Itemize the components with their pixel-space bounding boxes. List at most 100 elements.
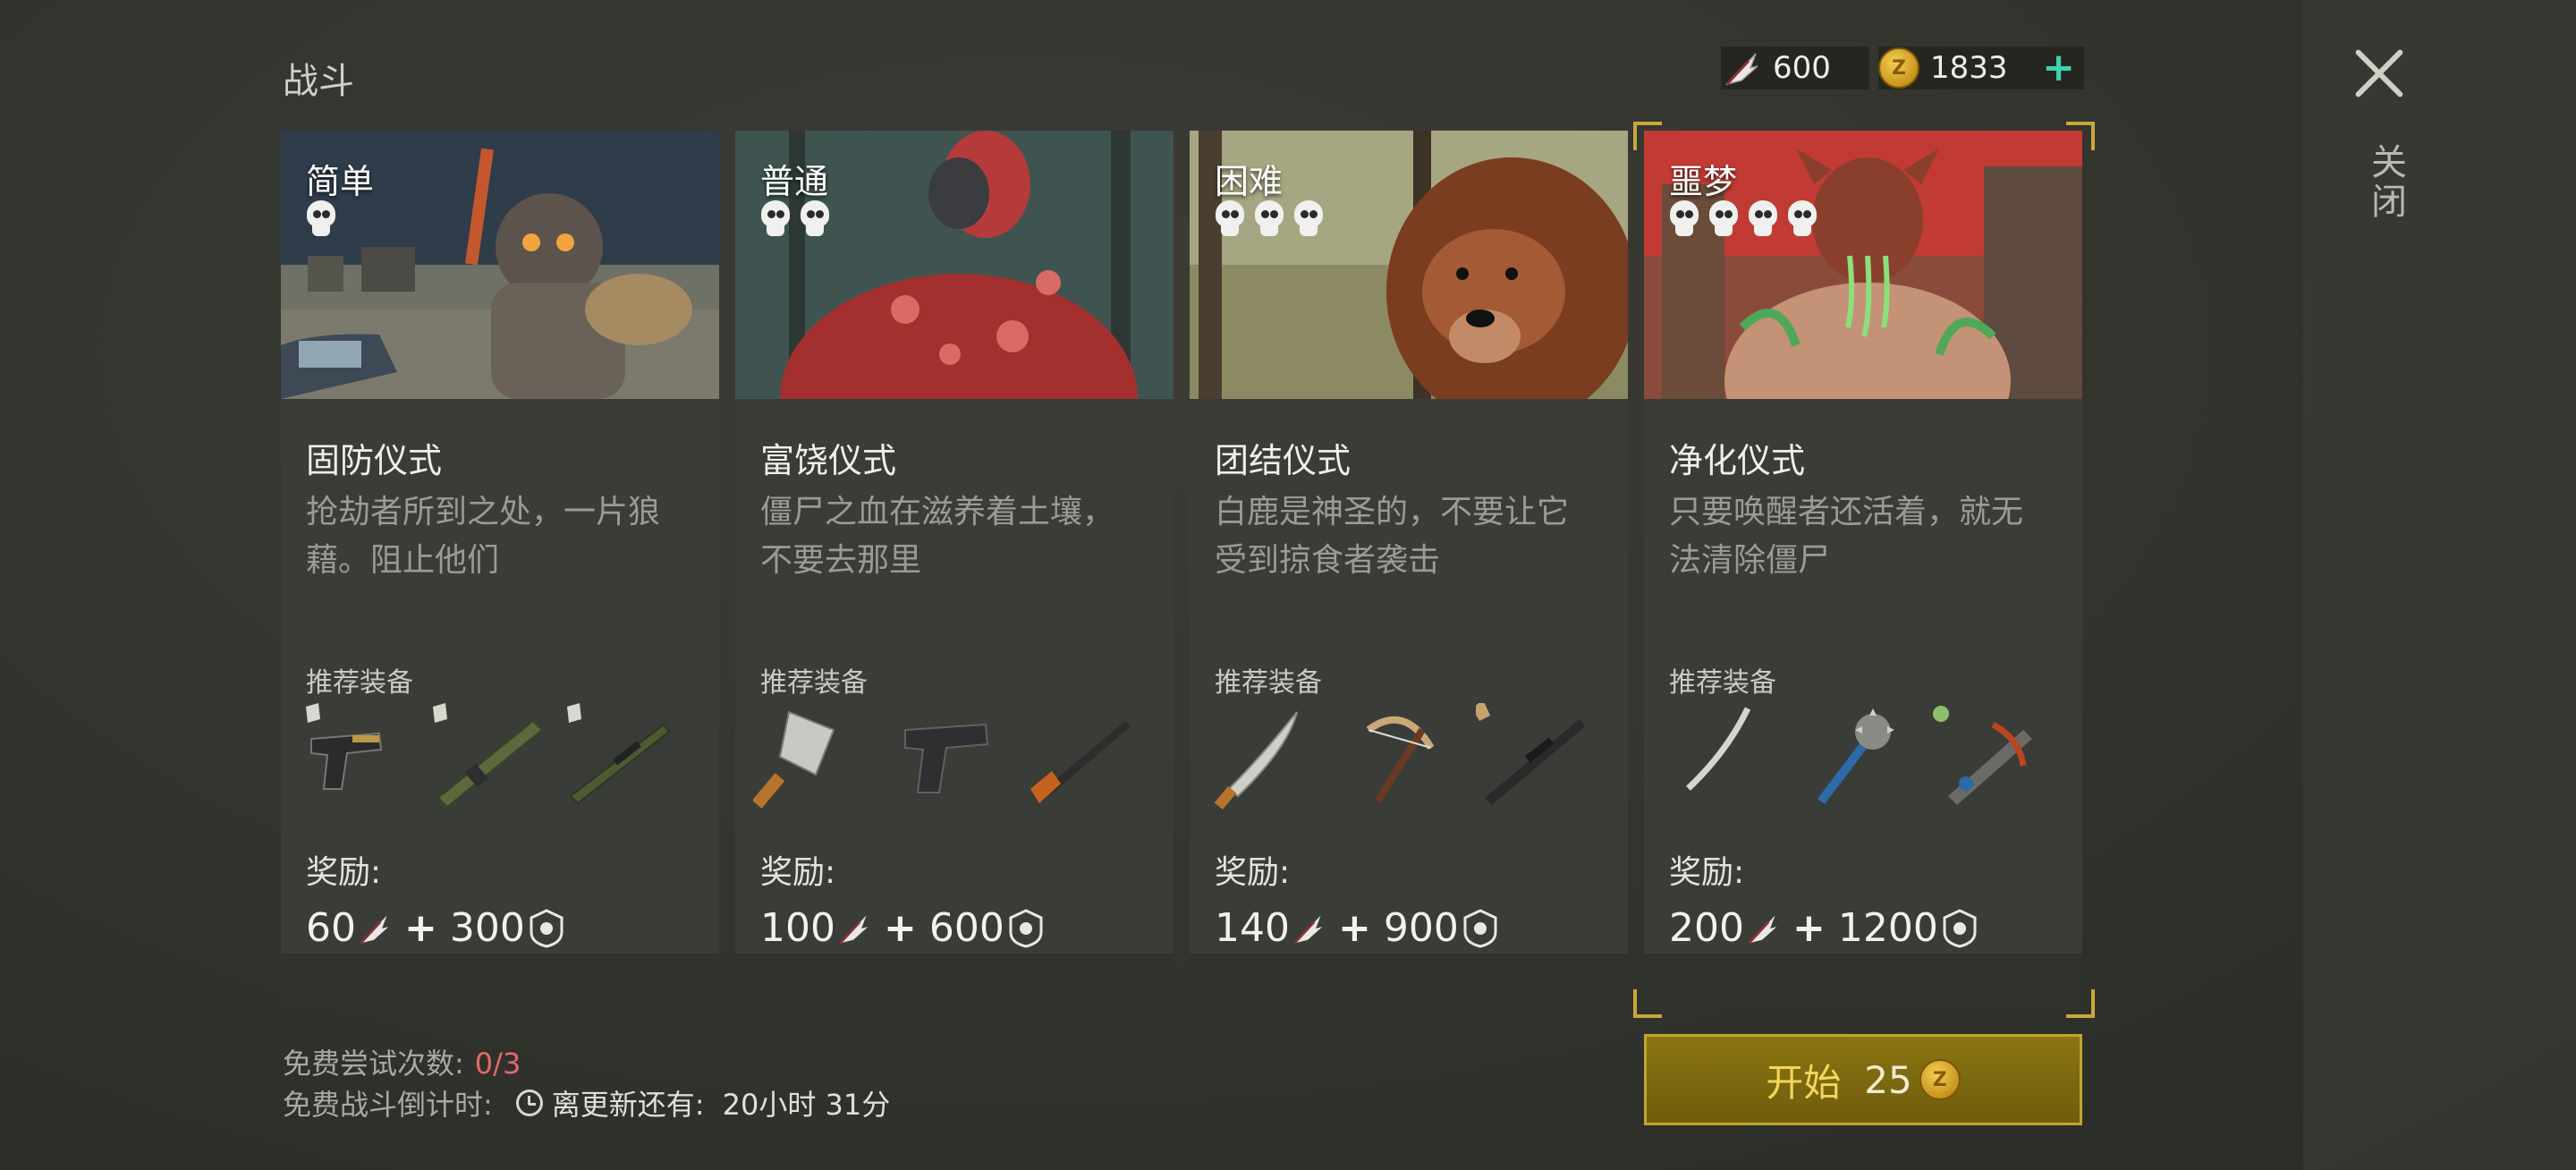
difficulty-label: 困难 bbox=[1215, 162, 1284, 201]
sniper-rifle-icon[interactable] bbox=[1472, 699, 1592, 810]
coin-icon: Z bbox=[1919, 1059, 1961, 1100]
pistol-icon[interactable] bbox=[299, 703, 415, 810]
coin-currency: Z 1833 + bbox=[1878, 47, 2084, 89]
reward-points: 600 bbox=[928, 905, 1004, 951]
clock-icon bbox=[515, 1089, 543, 1116]
shield-badge-icon bbox=[1009, 908, 1043, 948]
reward-row: 60 + 300 bbox=[306, 905, 564, 951]
coin-count: 1833 bbox=[1930, 50, 2008, 86]
hunting-rifle-icon[interactable] bbox=[1021, 703, 1138, 810]
close-label[interactable]: 关闭 bbox=[2360, 143, 2411, 222]
free-battle-countdown: 免费战斗倒计时: 离更新还有: 20小时 31分 bbox=[283, 1082, 890, 1123]
reward-row: 200 + 1200 bbox=[1669, 905, 1978, 951]
recommended-gear-label: 推荐装备 bbox=[1669, 667, 1776, 699]
recommended-gear-label: 推荐装备 bbox=[760, 667, 868, 699]
crossbow-launcher-icon[interactable] bbox=[1930, 703, 2046, 810]
refresh-time: 20小时 31分 bbox=[722, 1088, 891, 1122]
recommended-gear bbox=[1208, 699, 1610, 810]
mission-card-nightmare[interactable]: 噩梦 净化仪式 只要唤醒者还活着，就无法清除僵尸 推荐装备 奖励: 200 + … bbox=[1644, 131, 2082, 1007]
selection-corner bbox=[2066, 989, 2095, 1018]
rocket-launcher-icon[interactable] bbox=[433, 703, 549, 810]
machete-icon[interactable] bbox=[1208, 703, 1324, 810]
reward-feathers: 100 bbox=[760, 905, 835, 951]
page-title: 战斗 bbox=[283, 61, 354, 102]
feather-icon bbox=[1748, 914, 1777, 944]
reward-points: 900 bbox=[1383, 905, 1459, 951]
add-coins-button[interactable]: + bbox=[2042, 48, 2075, 88]
difficulty-label: 普通 bbox=[760, 162, 829, 201]
countdown-label: 免费战斗倒计时: bbox=[283, 1088, 493, 1122]
mission-name: 固防仪式 bbox=[306, 441, 443, 480]
difficulty-skulls bbox=[1213, 200, 1326, 238]
difficulty-skulls bbox=[758, 200, 832, 238]
free-tries-count: 0/3 bbox=[474, 1047, 521, 1081]
shield-badge-icon bbox=[1463, 908, 1497, 948]
feather-icon bbox=[360, 914, 389, 944]
selection-corner bbox=[2066, 122, 2095, 150]
difficulty-skulls bbox=[304, 200, 338, 238]
reward-row: 100 + 600 bbox=[760, 905, 1044, 951]
mission-name: 富饶仪式 bbox=[760, 441, 897, 480]
start-button[interactable]: 开始 25 Z bbox=[1644, 1034, 2082, 1125]
shield-badge-icon bbox=[1943, 908, 1977, 948]
shield-badge-icon bbox=[530, 908, 564, 948]
skull-icon bbox=[1707, 200, 1741, 238]
katana-icon[interactable] bbox=[1662, 703, 1778, 810]
free-tries-label: 免费尝试次数: bbox=[283, 1047, 464, 1081]
feather-icon bbox=[1721, 47, 1762, 89]
reward-label: 奖励: bbox=[760, 854, 836, 891]
recommended-gear-label: 推荐装备 bbox=[306, 667, 413, 699]
skull-icon bbox=[758, 200, 792, 238]
reward-row: 140 + 900 bbox=[1215, 905, 1498, 951]
skull-icon bbox=[1746, 200, 1780, 238]
cleaver-icon[interactable] bbox=[751, 703, 869, 810]
sniper-rifle-icon[interactable] bbox=[567, 703, 683, 810]
feather-count: 600 bbox=[1773, 50, 1831, 86]
mission-description: 僵尸之血在滋养着土壤，不要去那里 bbox=[760, 494, 1115, 579]
close-icon[interactable] bbox=[2351, 45, 2408, 102]
difficulty-label: 噩梦 bbox=[1669, 162, 1738, 201]
skull-icon bbox=[304, 200, 338, 238]
mace-icon[interactable] bbox=[1796, 703, 1912, 810]
mission-description: 白鹿是神圣的，不要让它受到掠食者袭击 bbox=[1215, 494, 1570, 579]
selection-corner bbox=[1633, 989, 1662, 1018]
mission-description: 只要唤醒者还活着，就无法清除僵尸 bbox=[1669, 494, 2024, 579]
skull-icon bbox=[1252, 200, 1286, 238]
recommended-gear bbox=[751, 703, 1156, 810]
recommended-gear bbox=[299, 703, 701, 810]
mission-card-hard[interactable]: 困难 团结仪式 白鹿是神圣的，不要让它受到掠食者袭击 推荐装备 奖励: 140 … bbox=[1190, 131, 1628, 1007]
reward-points: 300 bbox=[449, 905, 525, 951]
free-tries: 免费尝试次数: 0/3 bbox=[283, 1041, 521, 1082]
skull-icon bbox=[1667, 200, 1701, 238]
recommended-gear-label: 推荐装备 bbox=[1215, 667, 1322, 699]
skull-icon bbox=[1213, 200, 1247, 238]
skull-icon bbox=[798, 200, 832, 238]
feather-icon bbox=[839, 914, 869, 944]
selection-corner bbox=[1633, 122, 1662, 150]
start-label: 开始 bbox=[1766, 1060, 1842, 1105]
recommended-gear bbox=[1662, 703, 2064, 810]
mission-card-normal[interactable]: 普通 富饶仪式 僵尸之血在滋养着土壤，不要去那里 推荐装备 奖励: 100 + … bbox=[735, 131, 1174, 1007]
skull-icon bbox=[1785, 200, 1819, 238]
coin-icon: Z bbox=[1878, 47, 1919, 89]
right-side-panel bbox=[2303, 0, 2576, 1170]
reward-feathers: 200 bbox=[1669, 905, 1744, 951]
reward-feathers: 140 bbox=[1215, 905, 1290, 951]
mission-description: 抢劫者所到之处，一片狼藉。阻止他们 bbox=[306, 494, 661, 579]
mission-card-easy[interactable]: 简单 固防仪式 抢劫者所到之处，一片狼藉。阻止他们 推荐装备 奖励: 60 + … bbox=[281, 131, 719, 1007]
skull-icon bbox=[1292, 200, 1326, 238]
crossbow-icon[interactable] bbox=[1342, 703, 1458, 810]
difficulty-skulls bbox=[1667, 200, 1819, 238]
reward-label: 奖励: bbox=[1215, 854, 1291, 891]
start-cost: 25 bbox=[1864, 1057, 1912, 1102]
refresh-label: 离更新还有: bbox=[551, 1088, 705, 1122]
mission-name: 净化仪式 bbox=[1669, 441, 1806, 480]
handgun-icon[interactable] bbox=[887, 703, 1004, 810]
reward-points: 1200 bbox=[1837, 905, 1938, 951]
feather-currency: 600 bbox=[1721, 47, 1869, 89]
feather-icon bbox=[1293, 914, 1323, 944]
reward-label: 奖励: bbox=[306, 854, 382, 891]
reward-label: 奖励: bbox=[1669, 854, 1745, 891]
mission-name: 团结仪式 bbox=[1215, 441, 1352, 480]
difficulty-label: 简单 bbox=[306, 162, 375, 201]
